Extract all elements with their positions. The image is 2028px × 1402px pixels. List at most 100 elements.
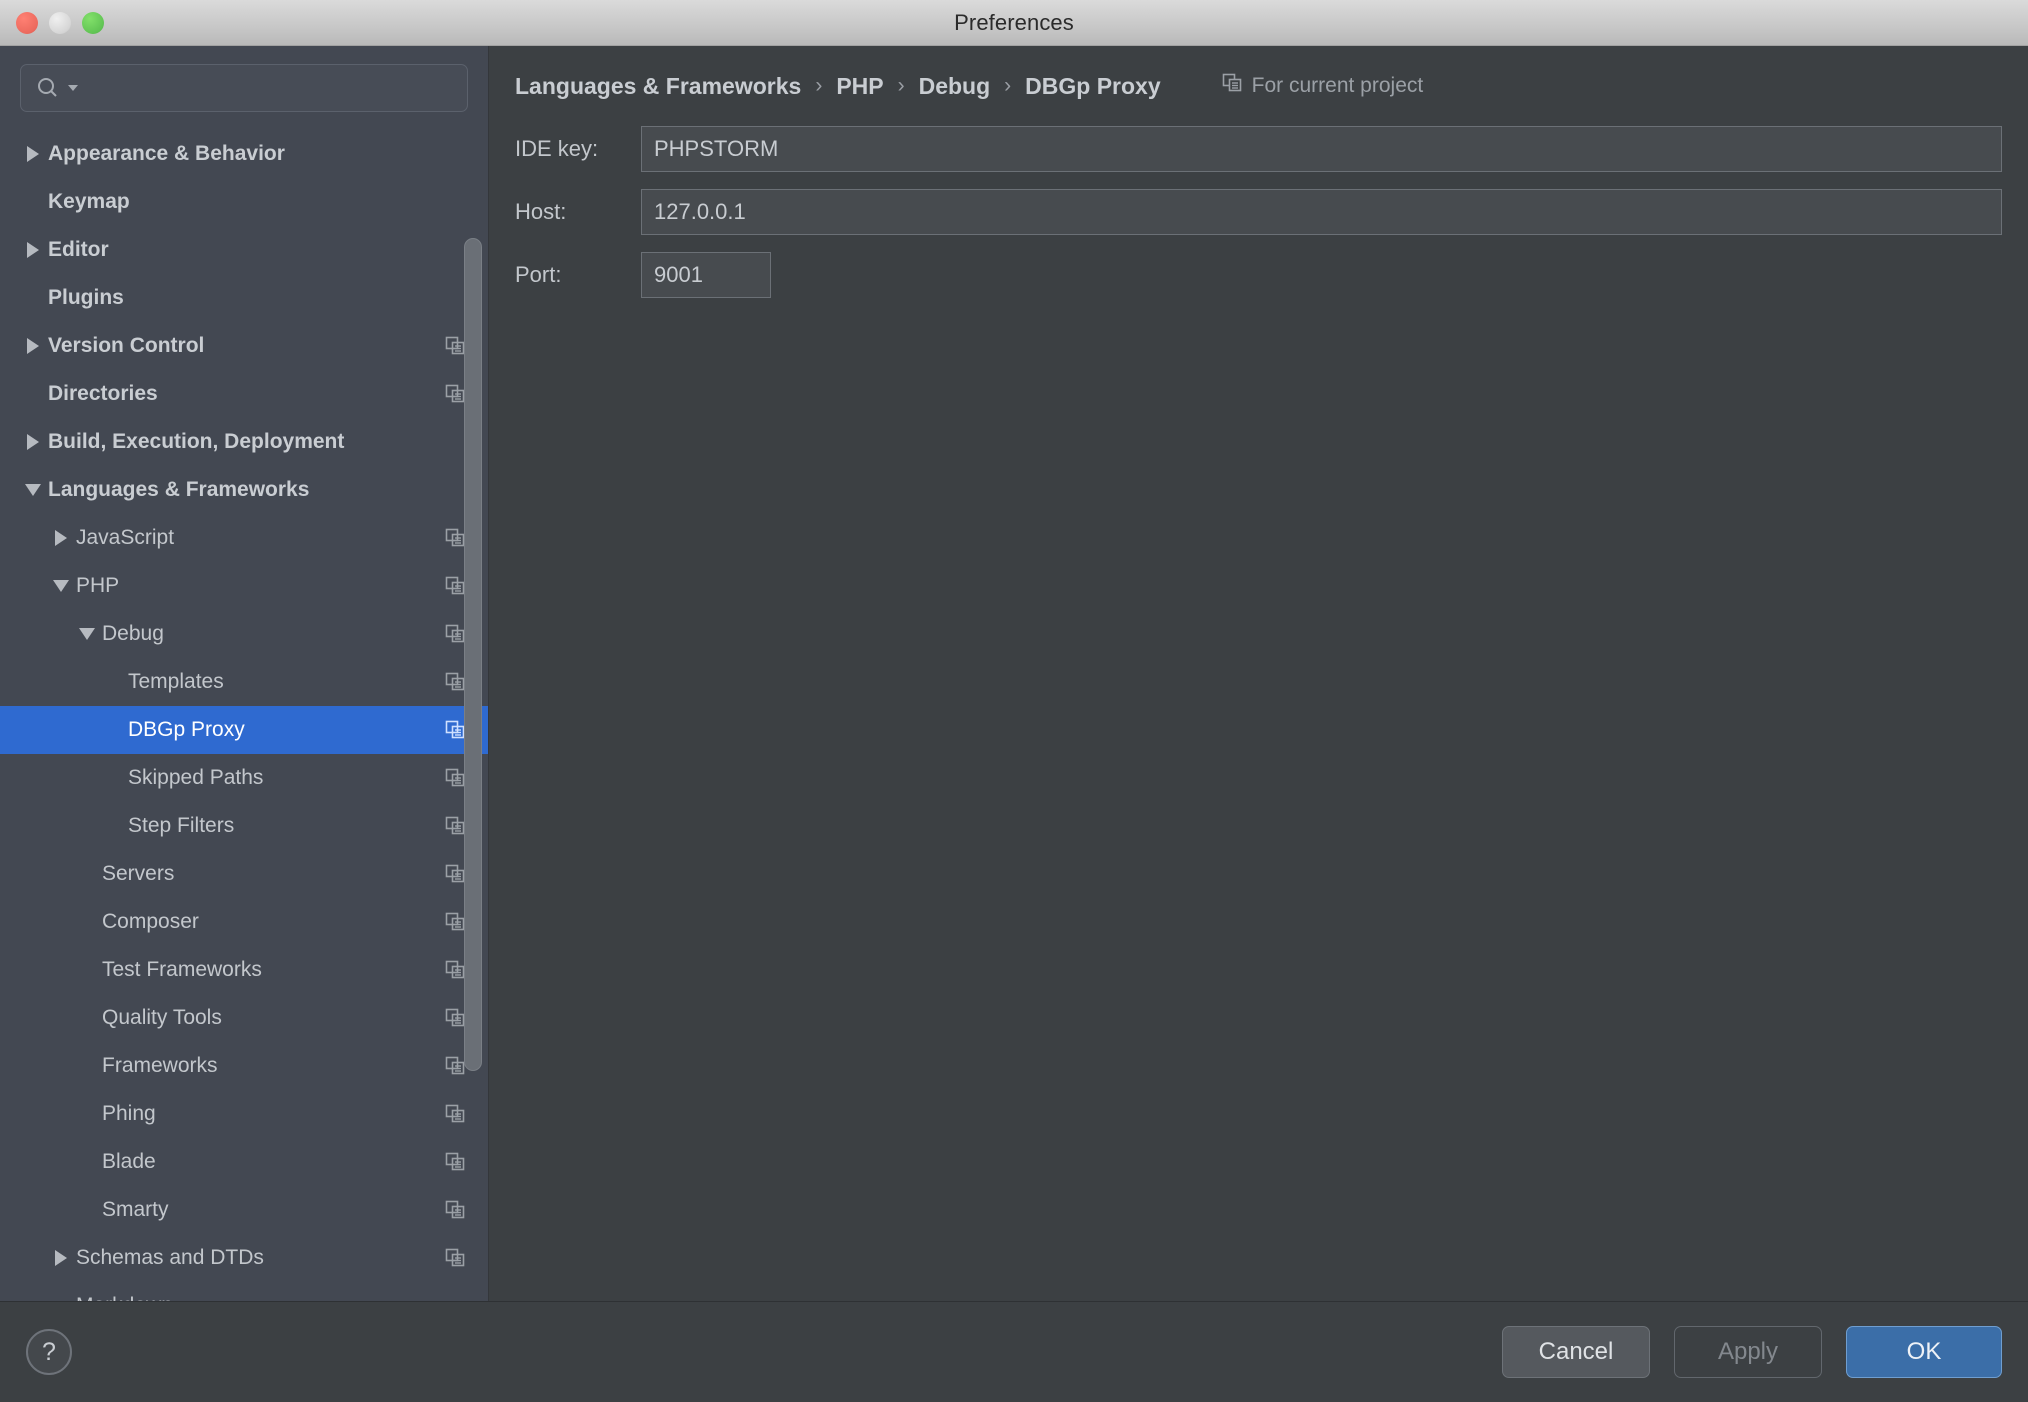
settings-sidebar: Appearance & Behavior Keymap Editor Plugins… (0, 46, 489, 1301)
sidebar-item-schemas-and-dtds[interactable]: Schemas and DTDs (0, 1234, 488, 1282)
dbgp-proxy-form: IDE key: Host: Port: (489, 120, 2028, 1301)
sidebar-item-label: PHP (76, 574, 120, 597)
project-scope-icon (444, 383, 466, 405)
sidebar-item-composer[interactable]: Composer (0, 898, 488, 946)
chevron-right-icon[interactable] (46, 530, 76, 546)
sidebar-item-frameworks[interactable]: Frameworks (0, 1042, 488, 1090)
ok-button[interactable]: OK (1846, 1326, 2002, 1378)
sidebar-item-markdown[interactable]: Markdown (0, 1282, 488, 1301)
sidebar-item-step-filters[interactable]: Step Filters (0, 802, 488, 850)
apply-button[interactable]: Apply (1674, 1326, 1822, 1378)
zoom-button[interactable] (82, 12, 104, 34)
window-body: Appearance & Behavior Keymap Editor Plugins… (0, 46, 2028, 1302)
ide-key-field[interactable] (641, 126, 2002, 172)
sidebar-item-php[interactable]: PHP (0, 562, 488, 610)
sidebar-scrollbar[interactable] (464, 238, 482, 1071)
sidebar-item-directories[interactable]: Directories (0, 370, 488, 418)
help-button[interactable]: ? (26, 1329, 72, 1375)
project-scope-icon (444, 1247, 466, 1269)
sidebar-item-label: Quality Tools (102, 1006, 222, 1029)
port-field-label: Port: (515, 262, 562, 287)
sidebar-item-servers[interactable]: Servers (0, 850, 488, 898)
project-scope-icon (444, 1055, 466, 1077)
project-scope-icon (444, 1103, 466, 1125)
sidebar-item-blade[interactable]: Blade (0, 1138, 488, 1186)
project-scope-icon (444, 623, 466, 645)
window-controls (16, 0, 104, 46)
sidebar-item-test-frameworks[interactable]: Test Frameworks (0, 946, 488, 994)
host-field-row: Host: (515, 189, 2002, 235)
sidebar-item-version-control[interactable]: Version Control (0, 322, 488, 370)
sidebar-item-dbgp-proxy[interactable]: DBGp Proxy (0, 706, 488, 754)
sidebar-item-debug[interactable]: Debug (0, 610, 488, 658)
breadcrumb-item[interactable]: DBGp Proxy (1025, 73, 1160, 100)
sidebar-item-appearance-behavior[interactable]: Appearance & Behavior (0, 130, 488, 178)
host-field-label: Host: (515, 199, 567, 224)
chevron-down-icon[interactable] (67, 82, 79, 94)
sidebar-item-label: Languages & Frameworks (48, 478, 310, 501)
project-scope-icon (444, 1007, 466, 1029)
sidebar-item-quality-tools[interactable]: Quality Tools (0, 994, 488, 1042)
sidebar-item-editor[interactable]: Editor (0, 226, 488, 274)
breadcrumb-item[interactable]: Languages & Frameworks (515, 73, 801, 100)
port-field[interactable] (641, 252, 771, 298)
sidebar-item-label: Appearance & Behavior (48, 142, 285, 165)
sidebar-item-phing[interactable]: Phing (0, 1090, 488, 1138)
sidebar-item-smarty[interactable]: Smarty (0, 1186, 488, 1234)
breadcrumb-separator: › (815, 74, 823, 97)
project-scope-icon (444, 719, 466, 741)
search-input[interactable] (85, 77, 453, 99)
chevron-down-icon[interactable] (72, 628, 102, 640)
window-title: Preferences (954, 9, 1074, 35)
sidebar-item-languages-frameworks[interactable]: Languages & Frameworks (0, 466, 488, 514)
sidebar-item-label: Build, Execution, Deployment (48, 430, 345, 453)
sidebar-item-build-execution-deployment[interactable]: Build, Execution, Deployment (0, 418, 488, 466)
sidebar-item-javascript[interactable]: JavaScript (0, 514, 488, 562)
chevron-right-icon[interactable] (46, 1250, 76, 1266)
chevron-right-icon[interactable] (18, 338, 48, 354)
sidebar-item-templates[interactable]: Templates (0, 658, 488, 706)
ide-key-field-label: IDE key: (515, 136, 599, 161)
chevron-down-icon[interactable] (18, 484, 48, 496)
footer-buttons: Cancel Apply OK (1478, 1326, 2002, 1378)
minimize-button[interactable] (49, 12, 71, 34)
breadcrumb-item[interactable]: Debug (919, 73, 991, 100)
sidebar-item-label: Phing (102, 1102, 156, 1125)
project-scope-icon (444, 335, 466, 357)
scope-note: For current project (1221, 72, 1423, 100)
sidebar-item-keymap[interactable]: Keymap (0, 178, 488, 226)
settings-tree[interactable]: Appearance & Behavior Keymap Editor Plugins… (0, 126, 488, 1301)
chevron-right-icon[interactable] (18, 434, 48, 450)
project-scope-icon (444, 911, 466, 933)
project-scope-icon (444, 527, 466, 549)
sidebar-item-label: Debug (102, 622, 164, 645)
settings-detail-pane: Languages & Frameworks › PHP › Debug › DBGp Pr… (489, 46, 2028, 1301)
sidebar-item-label: Schemas and DTDs (76, 1246, 264, 1269)
project-scope-icon (444, 671, 466, 693)
chevron-right-icon[interactable] (18, 242, 48, 258)
project-scope-icon (444, 959, 466, 981)
sidebar-item-label: Directories (48, 382, 158, 405)
sidebar-item-label: Markdown (76, 1294, 466, 1301)
chevron-right-icon[interactable] (18, 146, 48, 162)
project-scope-icon (444, 575, 466, 597)
sidebar-item-skipped-paths[interactable]: Skipped Paths (0, 754, 488, 802)
search-box[interactable] (20, 64, 468, 112)
project-scope-icon (444, 767, 466, 789)
project-scope-icon (444, 1151, 466, 1173)
sidebar-item-plugins[interactable]: Plugins (0, 274, 488, 322)
breadcrumb-item[interactable]: PHP (836, 73, 883, 100)
cancel-button[interactable]: Cancel (1502, 1326, 1650, 1378)
search-container (0, 46, 488, 126)
sidebar-item-label: Editor (48, 238, 109, 261)
sidebar-item-label: Servers (102, 862, 175, 885)
project-scope-icon (444, 863, 466, 885)
chevron-down-icon[interactable] (46, 580, 76, 592)
project-scope-icon (1221, 72, 1243, 100)
title-bar: Preferences (0, 0, 2028, 46)
sidebar-item-label: Frameworks (102, 1054, 218, 1077)
breadcrumb-separator: › (897, 74, 905, 97)
close-button[interactable] (16, 12, 38, 34)
ide-key-field-row: IDE key: (515, 126, 2002, 172)
host-field[interactable] (641, 189, 2002, 235)
